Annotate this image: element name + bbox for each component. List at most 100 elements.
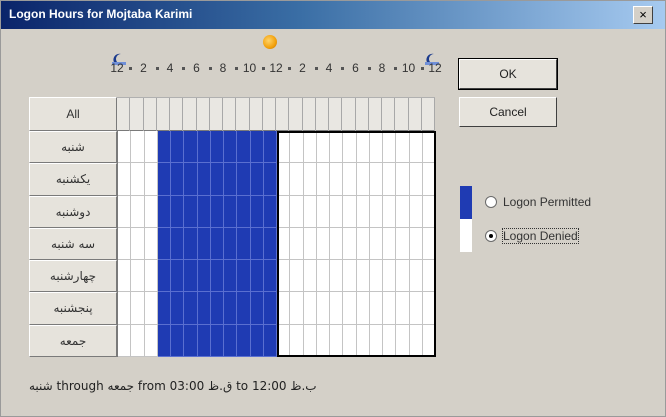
- hour-cell[interactable]: [197, 163, 211, 196]
- hour-cell[interactable]: [144, 163, 158, 196]
- hour-cell[interactable]: [330, 227, 344, 261]
- day-row-button[interactable]: شنبه: [29, 131, 117, 164]
- hour-cell[interactable]: [157, 163, 171, 196]
- hour-cell[interactable]: [250, 324, 264, 357]
- hour-cell[interactable]: [330, 131, 344, 164]
- hour-cell[interactable]: [237, 163, 251, 196]
- hour-cell[interactable]: [316, 163, 330, 196]
- hour-cell[interactable]: [210, 324, 224, 357]
- hour-cell[interactable]: [422, 227, 436, 261]
- hour-cell[interactable]: [157, 324, 171, 357]
- logon-permitted-radio[interactable]: [485, 196, 497, 208]
- hour-cell[interactable]: [210, 163, 224, 196]
- hour-cell[interactable]: [316, 195, 330, 228]
- hour-cell[interactable]: [237, 324, 251, 357]
- hour-cell[interactable]: [290, 292, 304, 325]
- hour-cell[interactable]: [356, 195, 370, 228]
- hour-cell[interactable]: [396, 163, 410, 196]
- hour-cell[interactable]: [396, 195, 410, 228]
- hour-cell[interactable]: [263, 227, 277, 261]
- hour-cell[interactable]: [263, 260, 277, 293]
- hour-cell[interactable]: [343, 227, 357, 261]
- hour-cell[interactable]: [422, 195, 436, 228]
- hour-column-header[interactable]: [395, 98, 409, 131]
- hour-cell[interactable]: [237, 227, 251, 261]
- day-row-button[interactable]: جمعه: [29, 324, 117, 357]
- hour-cell[interactable]: [197, 131, 211, 164]
- hour-cell[interactable]: [409, 324, 423, 357]
- hour-column-header[interactable]: [276, 98, 290, 131]
- hour-cell[interactable]: [277, 324, 291, 357]
- hour-cell[interactable]: [356, 131, 370, 164]
- hour-cell[interactable]: [277, 163, 291, 196]
- hour-cell[interactable]: [250, 260, 264, 293]
- hour-cell[interactable]: [171, 260, 185, 293]
- day-row-button[interactable]: دوشنبه: [29, 195, 117, 228]
- hour-cell[interactable]: [144, 131, 158, 164]
- hour-column-header[interactable]: [117, 98, 131, 131]
- hour-cell[interactable]: [157, 195, 171, 228]
- hour-cell[interactable]: [277, 260, 291, 293]
- day-row-button[interactable]: یکشنبه: [29, 163, 117, 196]
- hour-column-header[interactable]: [144, 98, 157, 131]
- hour-cell[interactable]: [184, 195, 198, 228]
- hour-cell[interactable]: [330, 260, 344, 293]
- hour-cell[interactable]: [383, 227, 397, 261]
- hour-cell[interactable]: [356, 163, 370, 196]
- logon-denied-label[interactable]: Logon Denied: [502, 228, 579, 244]
- hour-column-header[interactable]: [409, 98, 422, 131]
- hour-cell[interactable]: [356, 324, 370, 357]
- hour-cell[interactable]: [409, 260, 423, 293]
- hour-column-header[interactable]: [382, 98, 396, 131]
- hour-cell[interactable]: [210, 292, 224, 325]
- hour-column-header[interactable]: [183, 98, 197, 131]
- logon-denied-radio[interactable]: [485, 230, 497, 242]
- hour-cell[interactable]: [303, 227, 317, 261]
- hour-cell[interactable]: [250, 131, 264, 164]
- hour-cell[interactable]: [210, 131, 224, 164]
- hour-cell[interactable]: [303, 131, 317, 164]
- hour-cell[interactable]: [422, 260, 436, 293]
- hour-cell[interactable]: [409, 227, 423, 261]
- hour-cell[interactable]: [409, 163, 423, 196]
- hour-cell[interactable]: [409, 195, 423, 228]
- hour-cell[interactable]: [383, 131, 397, 164]
- hour-column-header[interactable]: [130, 98, 144, 131]
- hour-cell[interactable]: [343, 131, 357, 164]
- hour-cell[interactable]: [383, 324, 397, 357]
- hour-cell[interactable]: [144, 292, 158, 325]
- hour-cell[interactable]: [369, 195, 383, 228]
- hour-cell[interactable]: [369, 324, 383, 357]
- hour-cell[interactable]: [250, 292, 264, 325]
- hour-cell[interactable]: [118, 195, 132, 228]
- hour-cell[interactable]: [131, 260, 145, 293]
- hour-column-header[interactable]: [197, 98, 210, 131]
- hour-cell[interactable]: [290, 227, 304, 261]
- logon-permitted-label[interactable]: Logon Permitted: [503, 195, 591, 209]
- hour-cell[interactable]: [224, 131, 238, 164]
- hour-cell[interactable]: [131, 195, 145, 228]
- day-row-button[interactable]: سه شنبه: [29, 227, 117, 261]
- hour-cell[interactable]: [422, 292, 436, 325]
- hour-cell[interactable]: [131, 227, 145, 261]
- hour-cell[interactable]: [290, 195, 304, 228]
- hour-cell[interactable]: [316, 131, 330, 164]
- hour-cell[interactable]: [409, 131, 423, 164]
- hour-cell[interactable]: [356, 227, 370, 261]
- hour-column-header[interactable]: [303, 98, 316, 131]
- hour-cell[interactable]: [224, 163, 238, 196]
- hour-cell[interactable]: [422, 324, 436, 357]
- hour-cell[interactable]: [383, 292, 397, 325]
- hour-cell[interactable]: [118, 292, 132, 325]
- hour-cell[interactable]: [343, 195, 357, 228]
- hour-column-header[interactable]: [170, 98, 184, 131]
- hour-cell[interactable]: [171, 163, 185, 196]
- hour-cell[interactable]: [330, 163, 344, 196]
- hour-column-header[interactable]: [422, 98, 435, 131]
- hour-cell[interactable]: [369, 131, 383, 164]
- logon-denied-option[interactable]: Logon Denied: [485, 228, 579, 244]
- hour-cell[interactable]: [237, 195, 251, 228]
- hour-cell[interactable]: [343, 260, 357, 293]
- hour-cell[interactable]: [210, 195, 224, 228]
- hour-column-header[interactable]: [316, 98, 329, 131]
